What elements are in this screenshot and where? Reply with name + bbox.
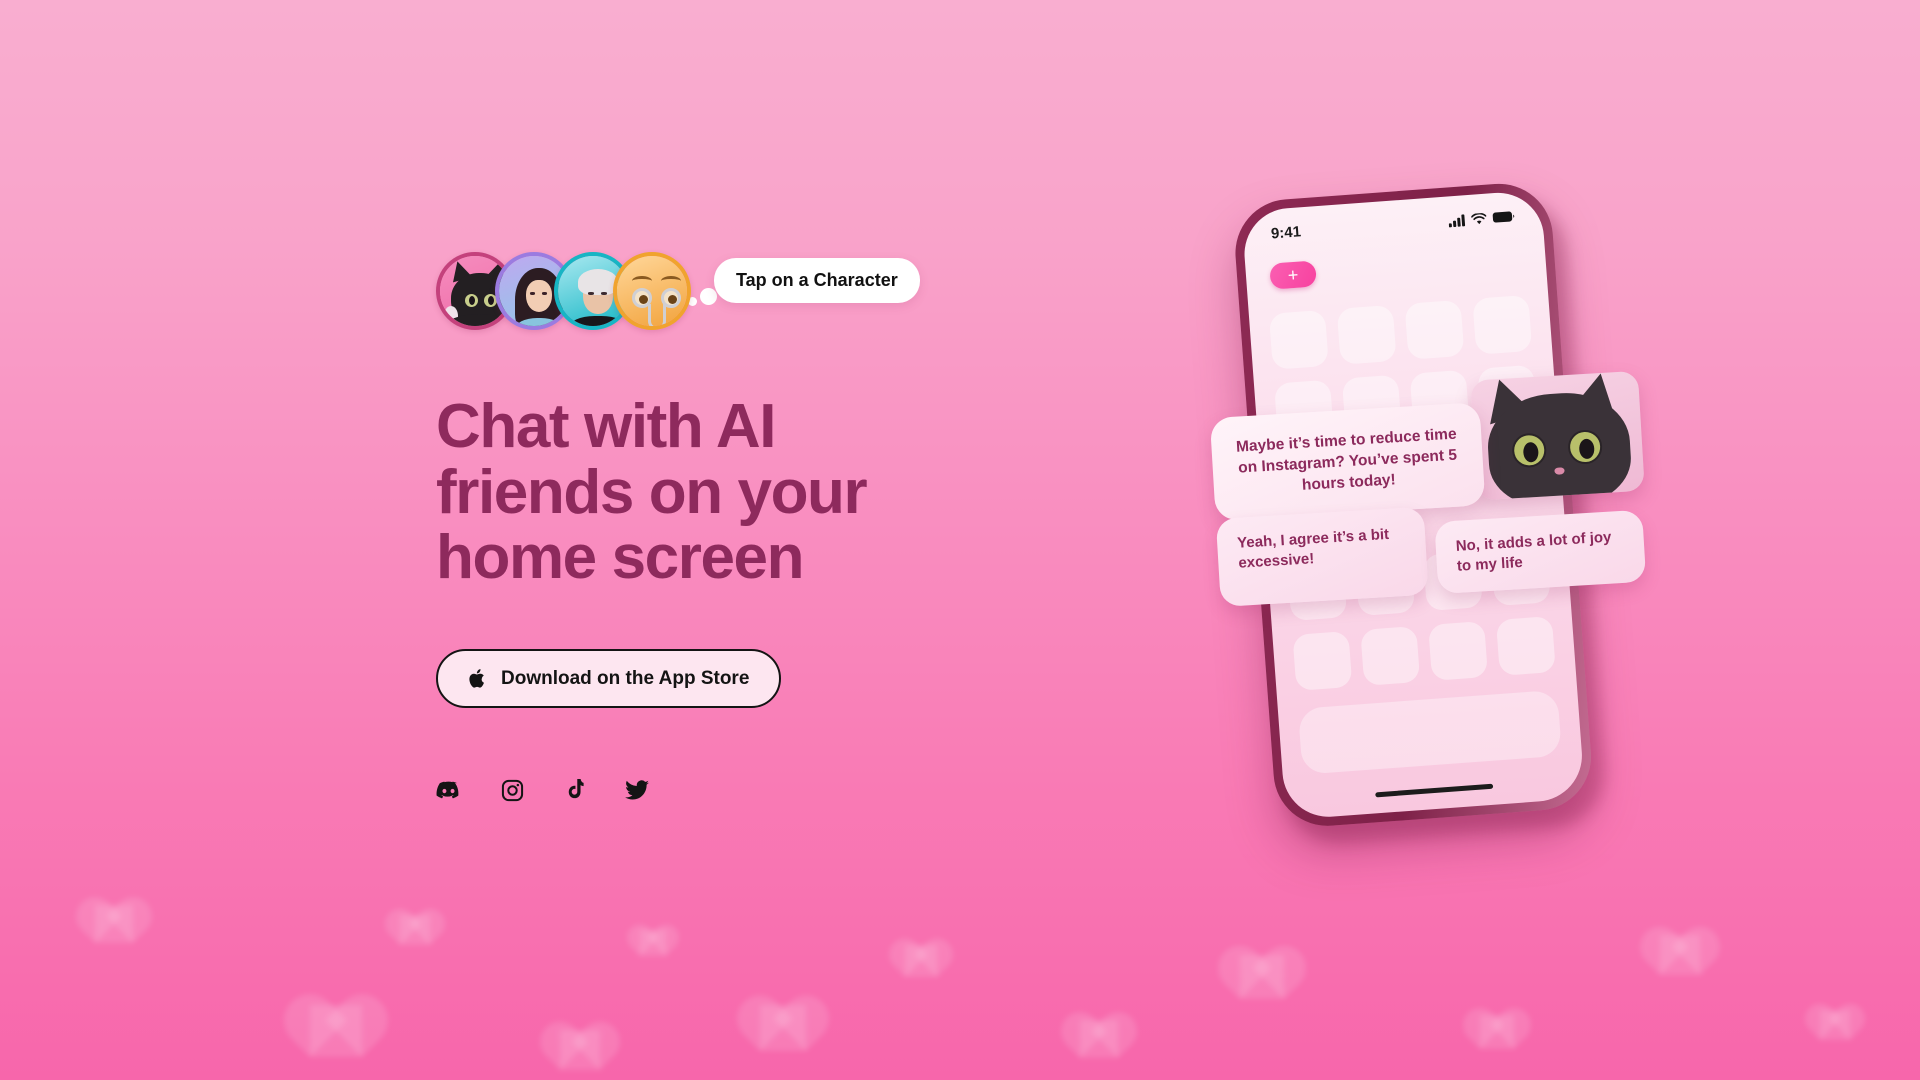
apple-icon	[469, 669, 484, 688]
download-button-label: Download on the App Store	[501, 667, 750, 689]
heart-decoration	[760, 1005, 806, 1051]
cat-eye-left-icon	[465, 294, 478, 307]
chat-cat-avatar	[1470, 370, 1645, 501]
hero-left-column: Chat with AI friends on your home screen…	[436, 252, 1196, 803]
reply-left-text: Yeah, I agree it’s a bit excessive!	[1236, 526, 1390, 573]
heart-decoration	[1080, 1020, 1118, 1058]
character-avatar-row	[436, 252, 1196, 350]
tiktok-icon[interactable]	[564, 779, 585, 802]
reply-option-agree[interactable]: Yeah, I agree it’s a bit excessive!	[1215, 506, 1429, 608]
add-button-label: +	[1287, 264, 1300, 286]
wifi-icon	[1471, 212, 1487, 224]
headline-line-1: Chat with AI	[436, 392, 777, 461]
app-icon[interactable]	[1360, 625, 1421, 686]
heart-decoration	[95, 905, 133, 943]
twitter-icon[interactable]	[625, 780, 649, 802]
woman-eye-left-icon	[530, 292, 535, 295]
battery-icon	[1492, 211, 1515, 223]
heart-decoration	[1660, 935, 1700, 975]
character-avatar-robot[interactable]	[613, 252, 691, 330]
phone-dock	[1297, 689, 1562, 775]
woman-face-icon	[526, 280, 552, 312]
download-app-store-button[interactable]: Download on the App Store	[436, 649, 782, 709]
robot-brow-right-icon	[661, 276, 681, 286]
page-title: Chat with AI friends on your home screen	[436, 394, 956, 591]
robot-clip-icon	[648, 304, 666, 326]
heart-decoration	[1240, 955, 1284, 999]
reply-option-disagree[interactable]: No, it adds a lot of joy to my life	[1434, 509, 1647, 595]
app-icon[interactable]	[1268, 309, 1329, 370]
heart-decoration	[1820, 1010, 1850, 1040]
heart-decoration	[1480, 1015, 1514, 1049]
woman-eye-right-icon	[542, 292, 547, 295]
reply-right-text: No, it adds a lot of joy to my life	[1455, 528, 1612, 576]
home-indicator[interactable]	[1375, 783, 1494, 798]
chat-overlay: Maybe it’s time to reduce time on Instag…	[1209, 370, 1660, 608]
headline-line-2: friends on your	[436, 457, 868, 527]
man-hair-icon	[578, 269, 618, 295]
heart-decoration	[640, 930, 666, 956]
robot-brow-left-icon	[632, 276, 652, 286]
avatar-background	[617, 256, 687, 326]
headline-line-3: home screen	[436, 523, 805, 593]
discord-icon[interactable]	[436, 778, 461, 803]
signal-bars-icon	[1448, 213, 1466, 227]
status-bar: 9:41	[1242, 206, 1542, 245]
app-icon[interactable]	[1428, 620, 1489, 681]
add-character-button[interactable]: +	[1269, 260, 1317, 290]
app-icon[interactable]	[1336, 304, 1397, 365]
heart-decoration	[400, 915, 430, 945]
status-bar-icons	[1448, 210, 1515, 227]
app-icon[interactable]	[1404, 299, 1465, 360]
ai-message-text: Maybe it’s time to reduce time on Instag…	[1235, 425, 1458, 495]
ai-message-bubble: Maybe it’s time to reduce time on Instag…	[1209, 402, 1486, 522]
app-icon[interactable]	[1472, 294, 1533, 355]
instagram-icon[interactable]	[501, 779, 524, 802]
app-icon[interactable]	[1495, 615, 1556, 676]
heart-decoration	[310, 1005, 362, 1057]
social-links	[436, 778, 1196, 803]
app-icon[interactable]	[1292, 630, 1353, 691]
man-eye-left-icon	[588, 292, 594, 295]
heart-decoration	[905, 945, 937, 977]
heart-decoration	[560, 1030, 600, 1070]
man-eye-right-icon	[601, 292, 607, 295]
status-bar-time: 9:41	[1270, 223, 1302, 243]
